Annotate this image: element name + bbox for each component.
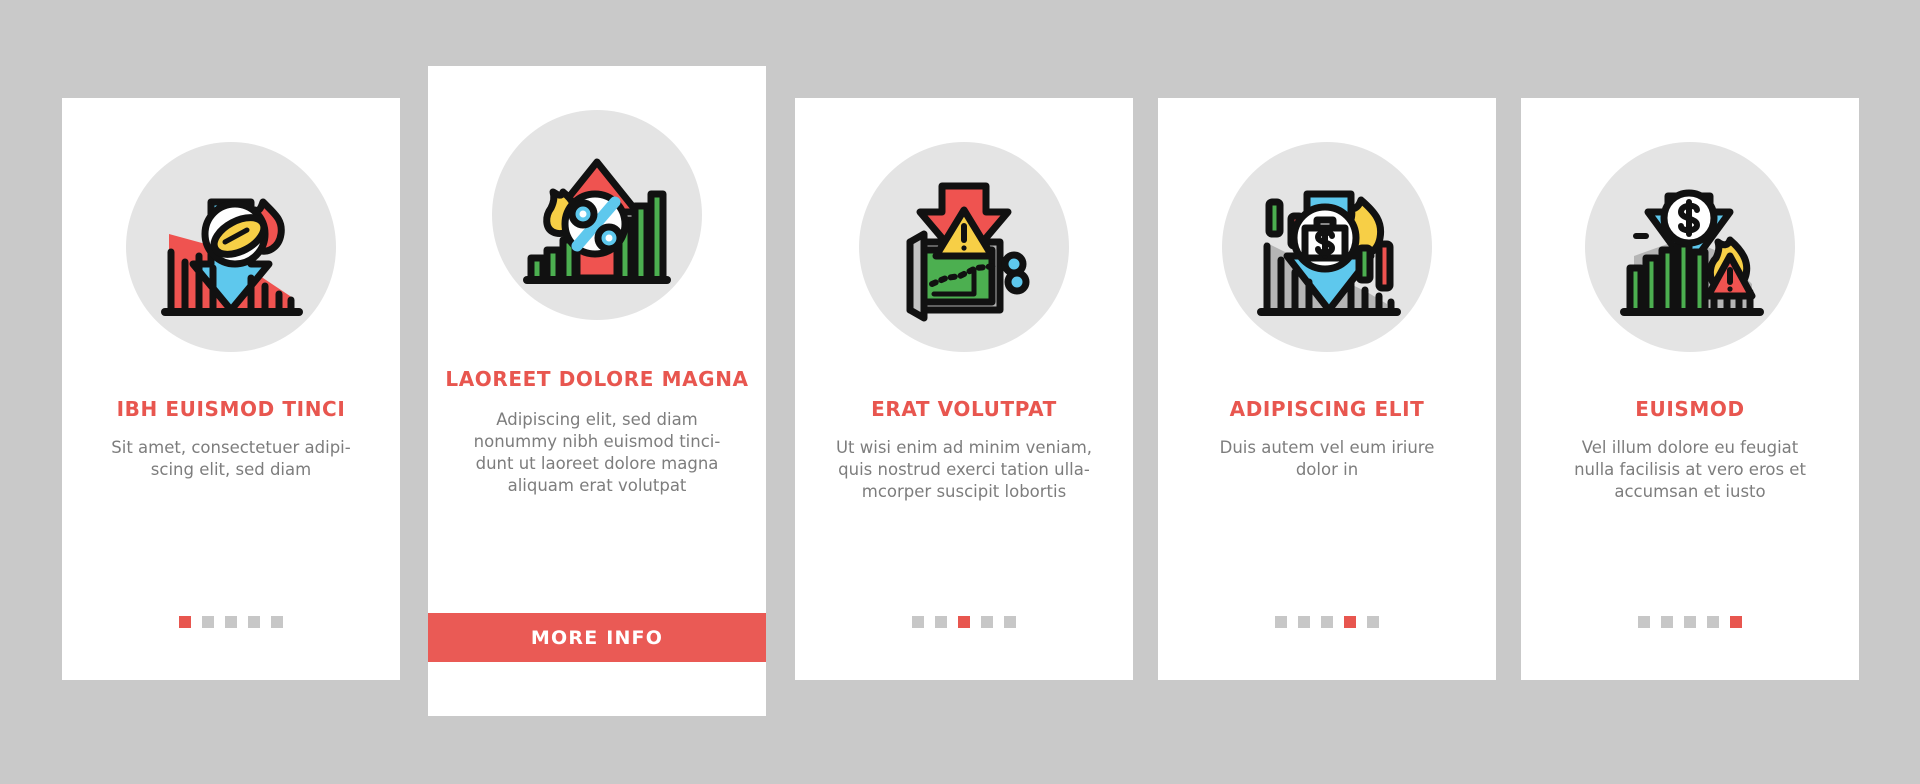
card-5-illustration: [1585, 142, 1795, 352]
onboarding-card-2[interactable]: LAOREET DOLORE MAGNA Adipiscing elit, se…: [428, 66, 766, 716]
pagination-dot-1[interactable]: [179, 616, 191, 628]
card-title: IBH EUISMOD TINCI: [116, 397, 346, 421]
coin-falling-chart-fire-icon: [161, 198, 303, 316]
pagination-dot-3[interactable]: [1321, 616, 1333, 628]
card-body-text: Sit amet, consectetuer adipi-scing elit,…: [111, 438, 351, 479]
pagination-dot-2[interactable]: [1298, 616, 1310, 628]
pagination-dot-2[interactable]: [202, 616, 214, 628]
percent-rising-arrow-fire-icon: [523, 158, 671, 284]
pagination-dot-3[interactable]: [225, 616, 237, 628]
card-body-text: Duis autem vel eum iriure dolor in: [1219, 438, 1435, 479]
briefcase-dollar-down-arrow-fire-icon: [1257, 190, 1401, 316]
card-title: ERAT VOLUTPAT: [871, 397, 1057, 421]
pagination-dot-5[interactable]: [1004, 616, 1016, 628]
card-body-text: Adipiscing elit, sed diam nonummy nibh eu…: [473, 410, 721, 495]
more-info-button[interactable]: MORE INFO: [428, 613, 766, 662]
onboarding-card-5[interactable]: EUISMOD Vel illum dolore eu feugiat nulla…: [1521, 98, 1859, 680]
onboarding-card-3[interactable]: ERAT VOLUTPAT Ut wisi enim ad minim veni…: [795, 98, 1133, 680]
card-body-text: Vel illum dolore eu feugiat nulla facilis…: [1574, 438, 1806, 501]
pagination-dot-5[interactable]: [271, 616, 283, 628]
card-2-illustration: [492, 110, 702, 320]
card-4-illustration: [1222, 142, 1432, 352]
pagination-dot-2[interactable]: [1661, 616, 1673, 628]
pagination-dot-3[interactable]: [958, 616, 970, 628]
card-1-illustration: [126, 142, 336, 352]
warning-down-arrow-screen-icon: [906, 182, 1030, 322]
onboarding-card-4[interactable]: ADIPISCING ELIT Duis autem vel eum iriur…: [1158, 98, 1496, 680]
pagination-dot-3[interactable]: [1684, 616, 1696, 628]
card-title: EUISMOD: [1635, 397, 1745, 421]
dollar-down-arrow-fire-warning-icon: [1620, 189, 1764, 316]
pagination-dot-4[interactable]: [1707, 616, 1719, 628]
pagination-dot-4[interactable]: [1344, 616, 1356, 628]
pagination-dots[interactable]: [795, 616, 1133, 628]
pagination-dots[interactable]: [62, 616, 400, 628]
pagination-dots[interactable]: [1521, 616, 1859, 628]
pagination-dot-5[interactable]: [1367, 616, 1379, 628]
card-body-text: Ut wisi enim ad minim veniam, quis nostru…: [835, 438, 1093, 501]
pagination-dot-4[interactable]: [248, 616, 260, 628]
pagination-dots[interactable]: [1158, 616, 1496, 628]
pagination-dot-4[interactable]: [981, 616, 993, 628]
card-title: ADIPISCING ELIT: [1229, 397, 1425, 421]
onboarding-card-1[interactable]: IBH EUISMOD TINCI Sit amet, consectetuer…: [62, 98, 400, 680]
onboarding-screens-board: IBH EUISMOD TINCI Sit amet, consectetuer…: [0, 0, 1920, 784]
card-title: LAOREET DOLORE MAGNA: [445, 367, 749, 391]
pagination-dot-2[interactable]: [935, 616, 947, 628]
pagination-dot-1[interactable]: [1638, 616, 1650, 628]
pagination-dot-5[interactable]: [1730, 616, 1742, 628]
pagination-dot-1[interactable]: [912, 616, 924, 628]
pagination-dot-1[interactable]: [1275, 616, 1287, 628]
card-3-illustration: [859, 142, 1069, 352]
